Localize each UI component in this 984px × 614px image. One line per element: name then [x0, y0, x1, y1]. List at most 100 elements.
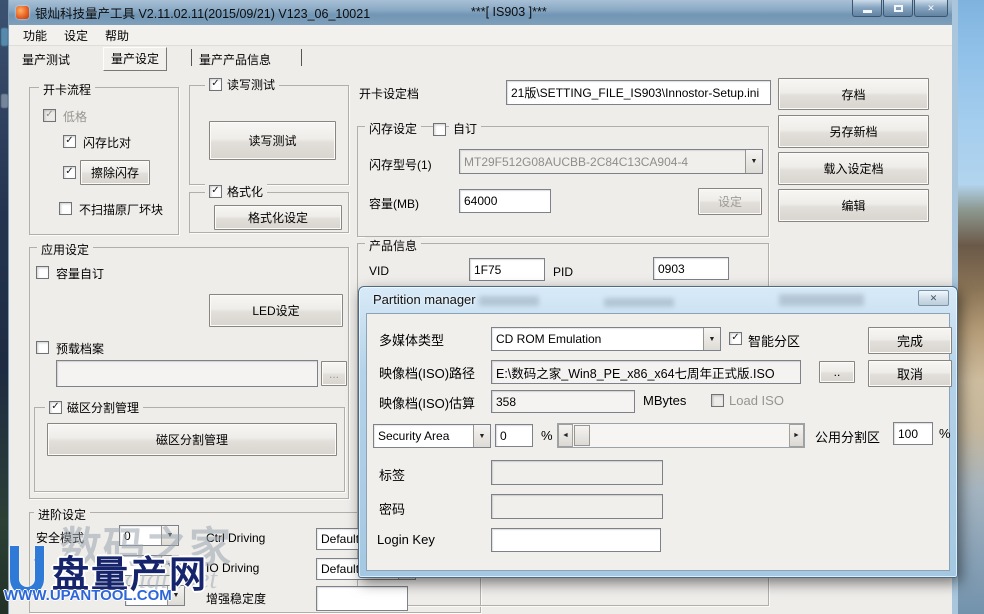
flash-model-select: MT29F512G08AUCBB-2C84C13CA904-4 ▼: [459, 149, 763, 174]
glass-reflection: [479, 296, 539, 306]
rw-test-group-header: ✓ 读写测试: [205, 76, 279, 93]
iso-path-field[interactable]: E:\数码之家_Win8_PE_x86_x64七周年正式版.ISO: [491, 360, 801, 384]
setting-file-label: 开卡设定档: [359, 85, 419, 102]
media-type-value: CD ROM Emulation: [492, 328, 703, 350]
format-settings-button[interactable]: 格式化设定: [214, 205, 342, 230]
tab-separator: [191, 49, 192, 66]
dropdown-icon: ▼: [745, 150, 762, 173]
partition-ratio-slider[interactable]: ◄ ►: [557, 423, 805, 448]
low-format-checkbox: ✓: [43, 109, 56, 122]
menu-bar: 功能 设定 帮助: [9, 25, 952, 46]
preload-files-checkbox[interactable]: [36, 341, 49, 354]
erase-flash-button[interactable]: 擦除闪存: [80, 160, 150, 185]
done-button[interactable]: 完成: [868, 327, 952, 354]
skip-bad-blocks-label[interactable]: 不扫描原厂坏块: [79, 201, 163, 218]
iso-path-label: 映像档(ISO)路径: [379, 363, 475, 382]
pid-field[interactable]: 0903: [653, 257, 729, 280]
slider-track[interactable]: [573, 424, 789, 447]
percent-sign: %: [939, 426, 951, 441]
partition-manage-label[interactable]: 磁区分割管理: [67, 399, 139, 416]
load-settings-button[interactable]: 载入设定档: [778, 152, 929, 185]
rw-test-button[interactable]: 读写测试: [209, 121, 336, 160]
erase-flash-checkbox[interactable]: ✓: [63, 166, 76, 179]
media-type-select[interactable]: CD ROM Emulation ▼: [491, 327, 721, 351]
flash-compare-label[interactable]: 闪存比对: [83, 134, 131, 151]
format-checkbox[interactable]: ✓: [209, 185, 222, 198]
dialog-body: 多媒体类型 CD ROM Emulation ▼ ✓ 智能分区 完成 映像档(I…: [366, 313, 950, 571]
flash-capacity-field[interactable]: 64000: [459, 189, 551, 213]
dialog-titlebar[interactable]: Partition manager ✕: [359, 287, 957, 313]
smart-partition-label[interactable]: 智能分区: [748, 331, 800, 350]
desktop-icon-sliver: [1, 28, 8, 46]
check-icon: ✓: [51, 402, 59, 412]
window-title: 银灿科技量产工具 V2.11.02.11(2015/09/21) V123_06…: [35, 3, 370, 22]
iso-browse-button[interactable]: ..: [819, 361, 855, 383]
flash-model-value: MT29F512G08AUCBB-2C84C13CA904-4: [460, 150, 745, 173]
mbytes-label: MBytes: [643, 393, 686, 408]
partition-manage-checkbox[interactable]: ✓: [49, 401, 62, 414]
maximize-button[interactable]: [883, 0, 913, 17]
rw-test-checkbox[interactable]: ✓: [209, 78, 222, 91]
flash-compare-checkbox[interactable]: ✓: [63, 135, 76, 148]
led-settings-button[interactable]: LED设定: [209, 294, 343, 327]
menu-settings[interactable]: 设定: [64, 27, 88, 44]
dropdown-icon[interactable]: ▼: [703, 328, 720, 350]
pid-label: PID: [553, 265, 573, 279]
rw-test-label[interactable]: 读写测试: [227, 76, 275, 93]
save-as-button[interactable]: 另存新档: [778, 115, 929, 148]
screen: 银灿科技量产工具 V2.11.02.11(2015/09/21) V123_06…: [0, 0, 984, 614]
slider-thumb[interactable]: [574, 425, 590, 446]
flash-custom-checkbox[interactable]: [433, 123, 446, 136]
login-key-label: Login Key: [377, 532, 435, 547]
tab-bar: 量产测试 量产设定 量产产品信息: [9, 46, 952, 69]
dropdown-icon[interactable]: ▼: [473, 425, 490, 447]
area-type-value: Security Area: [374, 425, 473, 447]
minimize-button[interactable]: [852, 0, 882, 17]
capacity-custom-label[interactable]: 容量自订: [56, 265, 104, 282]
login-key-field[interactable]: [491, 528, 661, 552]
menu-help[interactable]: 帮助: [105, 27, 129, 44]
flash-set-button: 设定: [698, 188, 762, 215]
check-icon: ✓: [65, 136, 73, 146]
smart-partition-checkbox[interactable]: ✓: [729, 332, 742, 345]
vid-field[interactable]: 1F75: [469, 258, 545, 281]
caption-buttons: ✕: [851, 0, 948, 17]
password-label: 密码: [379, 499, 405, 518]
vid-label: VID: [369, 264, 389, 278]
cancel-button[interactable]: 取消: [868, 360, 952, 387]
menu-function[interactable]: 功能: [23, 27, 47, 44]
skip-bad-blocks-checkbox[interactable]: [59, 202, 72, 215]
public-percent-field[interactable]: 100: [893, 422, 933, 445]
volume-label-label: 标签: [379, 465, 405, 484]
preload-path-field[interactable]: [56, 360, 318, 387]
stability-field[interactable]: [316, 586, 408, 611]
media-type-label: 多媒体类型: [379, 330, 444, 349]
partition-manage-button[interactable]: 磁区分割管理: [47, 423, 337, 456]
volume-label-field: [491, 460, 663, 485]
preload-files-label[interactable]: 预载档案: [56, 340, 104, 357]
tab-production-test[interactable]: 量产测试: [22, 51, 70, 68]
iso-size-field[interactable]: 358: [491, 390, 635, 413]
check-icon: ✓: [211, 79, 219, 89]
capacity-custom-checkbox[interactable]: [36, 266, 49, 279]
flash-custom-label[interactable]: 自订: [449, 120, 481, 137]
window-title-badge: ***[ IS903 ]***: [471, 5, 547, 19]
tab-production-settings[interactable]: 量产设定: [103, 47, 167, 71]
setting-file-field[interactable]: 21版\SETTING_FILE_IS903\Innostor-Setup.in…: [506, 80, 771, 105]
area-type-select[interactable]: Security Area ▼: [373, 424, 491, 448]
check-icon: ✓: [45, 110, 53, 120]
slider-right-arrow[interactable]: ►: [789, 424, 804, 447]
edit-button[interactable]: 编辑: [778, 189, 929, 222]
format-label[interactable]: 格式化: [227, 183, 263, 200]
close-button[interactable]: ✕: [914, 0, 948, 17]
slider-left-arrow[interactable]: ◄: [558, 424, 573, 447]
group-flash-settings-title: 闪存设定: [365, 120, 421, 137]
partition-manager-dialog: Partition manager ✕ 多媒体类型 CD ROM Emulati…: [358, 286, 958, 578]
preload-browse-button[interactable]: ...: [321, 361, 347, 386]
check-icon: ✓: [211, 186, 219, 196]
tab-product-info[interactable]: 量产产品信息: [199, 51, 271, 68]
password-field: [491, 494, 663, 519]
area-percent-field[interactable]: 0: [495, 424, 533, 447]
save-button[interactable]: 存档: [778, 78, 929, 110]
dialog-close-button[interactable]: ✕: [918, 290, 949, 306]
